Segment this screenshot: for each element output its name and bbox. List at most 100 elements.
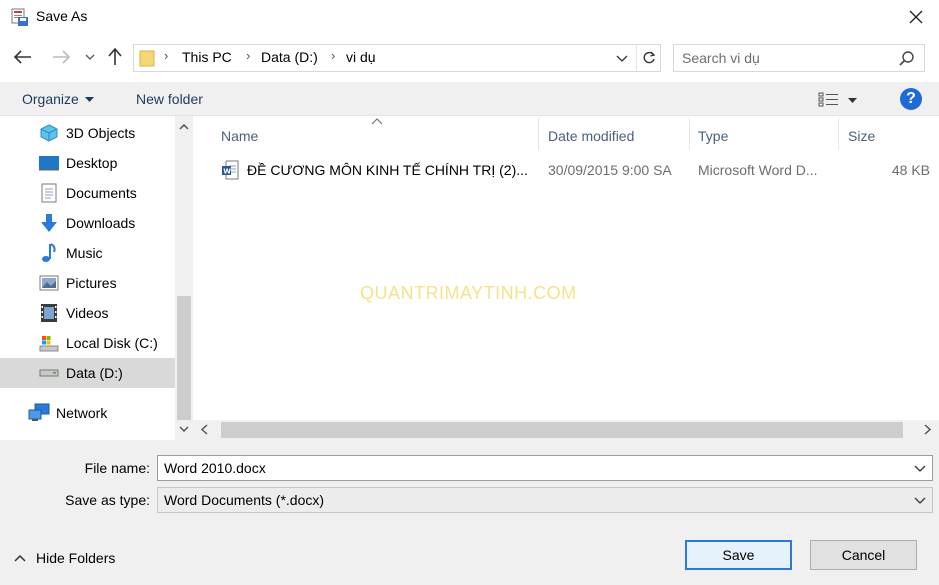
nav-item-videos[interactable]: Videos — [0, 298, 175, 328]
save-as-app-icon — [10, 7, 30, 27]
network-icon — [28, 403, 50, 423]
new-folder-button[interactable]: New folder — [128, 88, 211, 110]
help-button[interactable]: ? — [900, 88, 922, 110]
scroll-up-icon[interactable] — [179, 124, 189, 130]
nav-item-pictures[interactable]: Pictures — [0, 268, 175, 298]
file-type-cell: Microsoft Word D... — [698, 162, 818, 178]
chevron-down-icon[interactable] — [914, 462, 926, 474]
organize-button[interactable]: Organize — [14, 88, 102, 110]
window-title: Save As — [36, 8, 88, 24]
table-row[interactable]: W ĐỀ CƯƠNG MÔN KINH TẾ CHÍNH TRỊ (2)... … — [217, 156, 939, 184]
cancel-button[interactable]: Cancel — [810, 540, 917, 570]
file-date-cell: 30/09/2015 9:00 SA — [548, 162, 672, 178]
nav-item-3d-objects[interactable]: 3D Objects — [0, 118, 175, 148]
3d-objects-icon — [38, 123, 60, 143]
file-size-cell: 48 KB — [891, 162, 930, 178]
details-view-icon — [818, 92, 838, 107]
close-icon — [909, 10, 923, 24]
search-input[interactable] — [682, 50, 882, 66]
breadcrumb-separator: › — [331, 48, 336, 63]
recent-locations-button[interactable] — [82, 46, 98, 68]
column-header-type[interactable]: Type — [698, 124, 728, 148]
save-as-type-label: Save as type: — [65, 492, 150, 508]
save-as-type-value: Word Documents (*.docx) — [164, 492, 325, 508]
chevron-down-icon — [85, 54, 95, 60]
nav-item-downloads[interactable]: Downloads — [0, 208, 175, 238]
videos-icon — [38, 303, 60, 323]
breadcrumb-vi-du[interactable]: vi dụ — [346, 49, 376, 65]
column-divider[interactable] — [538, 118, 539, 150]
nav-item-label: Desktop — [66, 155, 118, 171]
nav-item-label: Documents — [66, 185, 137, 201]
nav-item-label: Pictures — [66, 275, 117, 291]
nav-item-desktop[interactable]: Desktop — [0, 148, 175, 178]
back-button[interactable] — [12, 46, 34, 68]
refresh-icon — [643, 51, 655, 64]
command-toolbar: Organize New folder ? — [0, 82, 939, 116]
column-divider[interactable] — [689, 118, 690, 150]
save-options-panel: File name: Word 2010.docx Save as type: … — [0, 440, 939, 585]
scrollbar-thumb[interactable] — [221, 422, 903, 438]
nav-item-music[interactable]: Music — [0, 238, 175, 268]
scroll-left-icon[interactable] — [201, 424, 208, 435]
address-bar[interactable]: › This PC › Data (D:) › vi dụ — [133, 44, 661, 72]
up-button[interactable] — [104, 46, 126, 68]
hide-folders-button[interactable]: Hide Folders — [14, 550, 115, 566]
chevron-down-icon — [914, 497, 926, 504]
nav-item-label: Network — [56, 405, 108, 421]
save-as-type-select[interactable]: Word Documents (*.docx) — [157, 487, 933, 513]
breadcrumb-this-pc[interactable]: This PC — [182, 49, 232, 65]
scroll-right-icon[interactable] — [924, 424, 931, 435]
desktop-icon — [38, 153, 60, 173]
nav-item-local-disk-c[interactable]: Local Disk (C:) — [0, 328, 175, 358]
horizontal-scrollbar[interactable] — [193, 420, 939, 440]
title-bar: Save As — [0, 0, 939, 34]
nav-item-label: 3D Objects — [66, 125, 136, 141]
music-icon — [38, 243, 60, 263]
documents-icon — [38, 183, 60, 203]
nav-item-label: Music — [66, 245, 103, 261]
chevron-up-icon — [14, 554, 26, 562]
column-header-name[interactable]: Name — [221, 124, 258, 148]
save-button[interactable]: Save — [685, 540, 792, 570]
breadcrumb-separator: › — [164, 48, 169, 63]
file-name-value[interactable]: Word 2010.docx — [164, 460, 266, 476]
breadcrumb-data-d[interactable]: Data (D:) — [261, 49, 318, 65]
column-divider[interactable] — [838, 118, 839, 150]
file-name-field[interactable]: Word 2010.docx — [157, 455, 933, 481]
search-box[interactable] — [673, 44, 925, 72]
nav-item-label: Data (D:) — [66, 365, 123, 381]
file-name-cell: ĐỀ CƯƠNG MÔN KINH TẾ CHÍNH TRỊ (2)... — [247, 162, 528, 178]
caret-down-icon — [848, 97, 857, 103]
navigation-scrollbar[interactable] — [175, 116, 193, 440]
close-button[interactable] — [893, 0, 939, 34]
column-header-size[interactable]: Size — [848, 124, 875, 148]
nav-item-label: Videos — [66, 305, 109, 321]
navigation-pane: 3D Objects Desktop Documents Downloads M… — [0, 116, 175, 440]
address-dropdown-button[interactable] — [610, 45, 634, 71]
nav-item-network[interactable]: Network — [0, 398, 175, 428]
forward-button[interactable] — [50, 46, 72, 68]
file-name-label: File name: — [84, 460, 150, 476]
word-document-icon: W — [221, 160, 239, 183]
folder-icon — [139, 49, 155, 67]
up-arrow-icon — [108, 48, 122, 65]
refresh-button[interactable] — [636, 45, 660, 71]
breadcrumb-separator: › — [246, 48, 251, 63]
search-icon[interactable] — [898, 50, 916, 68]
watermark: QUANTRIMAYTINH.COM — [360, 283, 577, 303]
scrollbar-thumb[interactable] — [177, 296, 191, 420]
column-header-date-modified[interactable]: Date modified — [548, 124, 634, 148]
downloads-icon — [38, 213, 60, 233]
hide-folders-label: Hide Folders — [36, 550, 116, 566]
caret-down-icon — [84, 96, 94, 102]
drive-icon — [38, 363, 60, 383]
nav-item-documents[interactable]: Documents — [0, 178, 175, 208]
nav-item-data-d[interactable]: Data (D:) — [0, 358, 175, 388]
organize-label: Organize — [22, 91, 79, 107]
change-view-button[interactable] — [818, 89, 870, 111]
pictures-icon — [38, 273, 60, 293]
chevron-down-icon — [616, 55, 628, 62]
file-list: Name Date modified Type Size W ĐỀ CƯƠNG … — [193, 116, 939, 440]
scroll-down-icon[interactable] — [179, 426, 189, 432]
